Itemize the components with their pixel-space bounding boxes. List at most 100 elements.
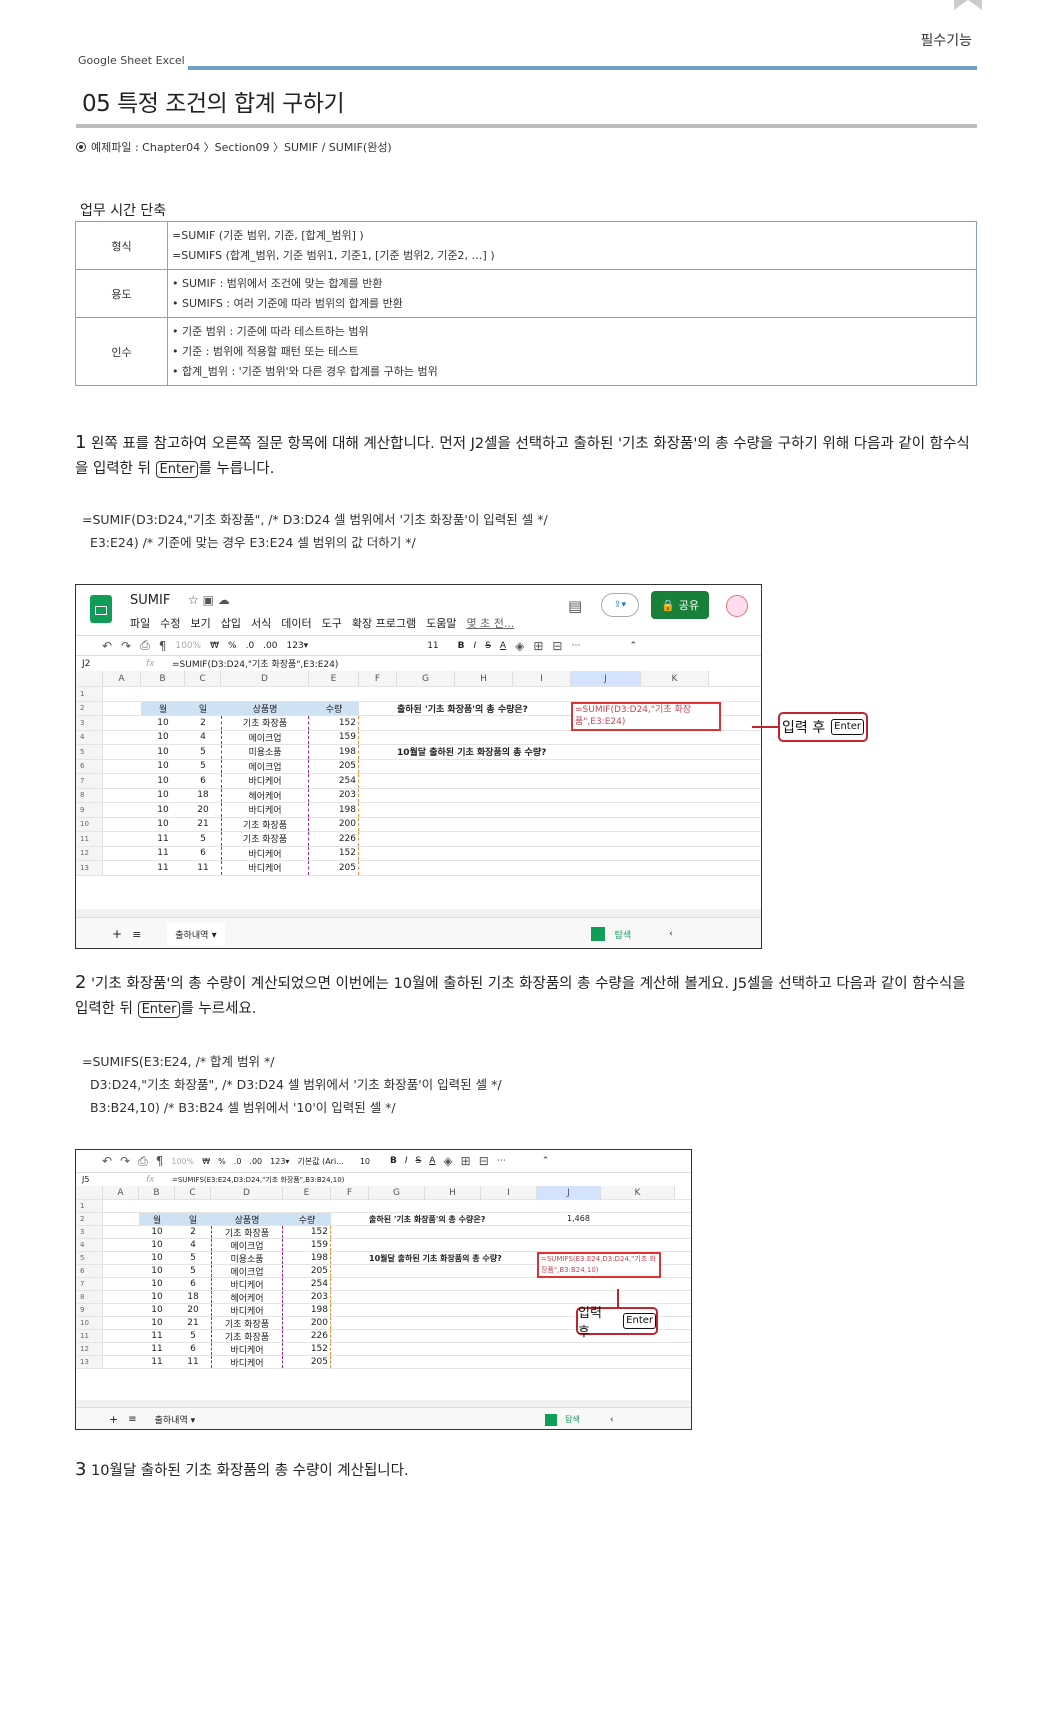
grid-cell[interactable]: 기초 화장품 bbox=[221, 716, 309, 730]
grid-cell[interactable]: 152 bbox=[283, 1343, 331, 1355]
row-number[interactable]: 10 bbox=[76, 1317, 103, 1329]
grid-cell[interactable]: 10 bbox=[141, 745, 185, 759]
more-icon[interactable]: ⋯ bbox=[497, 1156, 506, 1166]
text-color-icon[interactable]: A bbox=[500, 641, 506, 651]
grid-cell[interactable]: 10 bbox=[139, 1265, 175, 1277]
grid-cell[interactable]: 203 bbox=[309, 788, 359, 802]
font-size-select[interactable]: 11 bbox=[427, 641, 438, 651]
sheet-tab[interactable]: 출하내역 ▾ bbox=[155, 1413, 196, 1426]
font-select[interactable]: 기본값 (Ari... bbox=[297, 1156, 343, 1167]
grid-cell[interactable]: 10 bbox=[141, 803, 185, 817]
grid-cell[interactable]: 헤어케어 bbox=[221, 788, 309, 802]
formula-input[interactable]: =SUMIF(D3:D24,"기초 화장품",E3:E24) bbox=[172, 657, 338, 670]
grid-cell[interactable]: 바디케어 bbox=[221, 861, 309, 875]
menu-view[interactable]: 보기 bbox=[191, 615, 211, 631]
grid-cell[interactable]: 10 bbox=[141, 789, 185, 803]
column-header[interactable]: K bbox=[641, 671, 709, 686]
collapse-icon[interactable]: ⌃ bbox=[542, 1156, 550, 1166]
grid-cell[interactable]: 198 bbox=[309, 745, 359, 759]
grid-cell[interactable]: 5 bbox=[185, 760, 221, 774]
comment-icon[interactable]: ▤ bbox=[568, 597, 582, 615]
borders-icon[interactable]: ⊞ bbox=[461, 1154, 471, 1168]
grid-cell[interactable]: 5 bbox=[175, 1330, 211, 1342]
zoom-select[interactable]: 100% bbox=[175, 641, 201, 651]
grid-cell[interactable]: 상품명 bbox=[221, 701, 309, 715]
undo-icon[interactable]: ↶ bbox=[102, 1154, 112, 1168]
grid-cell[interactable]: 10 bbox=[141, 731, 185, 745]
grid-cell[interactable]: 152 bbox=[283, 1226, 331, 1238]
row-number[interactable]: 3 bbox=[76, 1226, 103, 1238]
menu-extensions[interactable]: 확장 프로그램 bbox=[352, 615, 416, 631]
row-number[interactable]: 8 bbox=[76, 788, 103, 802]
grid-cell[interactable]: 205 bbox=[283, 1356, 331, 1368]
borders-icon[interactable]: ⊞ bbox=[533, 639, 543, 653]
row-number[interactable]: 9 bbox=[76, 803, 103, 817]
star-icon[interactable]: ☆ ▣ ☁ bbox=[188, 593, 230, 607]
paint-format-icon[interactable]: ¶ bbox=[159, 639, 167, 653]
grid-cell[interactable]: 11 bbox=[141, 832, 185, 846]
grid-cell[interactable]: 기초 화장품 bbox=[221, 817, 309, 831]
row-number[interactable]: 5 bbox=[76, 745, 103, 759]
menu-tools[interactable]: 도구 bbox=[322, 615, 342, 631]
decrease-decimal-button[interactable]: .0 bbox=[246, 641, 255, 651]
redo-icon[interactable]: ↷ bbox=[121, 639, 131, 653]
select-all-corner[interactable] bbox=[76, 1186, 103, 1199]
row-number[interactable]: 8 bbox=[76, 1291, 103, 1303]
row-number[interactable]: 13 bbox=[76, 1356, 103, 1368]
grid-cell[interactable]: 5 bbox=[175, 1252, 211, 1264]
print-icon[interactable]: ⎙ bbox=[138, 1154, 148, 1169]
grid-cell[interactable]: 198 bbox=[283, 1304, 331, 1316]
grid-cell[interactable]: 11 bbox=[141, 847, 185, 861]
column-header[interactable]: E bbox=[309, 671, 359, 686]
grid-cell[interactable]: 198 bbox=[309, 803, 359, 817]
name-box[interactable]: J2 bbox=[76, 659, 146, 669]
row-number[interactable]: 6 bbox=[76, 1265, 103, 1277]
grid-cell[interactable]: 11 bbox=[139, 1356, 175, 1368]
column-header[interactable]: F bbox=[359, 671, 397, 686]
grid-cell[interactable]: 수량 bbox=[309, 701, 359, 715]
row-number[interactable]: 11 bbox=[76, 1330, 103, 1342]
grid-cell[interactable]: 바디케어 bbox=[211, 1278, 283, 1290]
side-panel-toggle-icon[interactable]: ‹ bbox=[610, 1415, 614, 1425]
grid-cell[interactable]: 수량 bbox=[283, 1213, 331, 1225]
column-header[interactable]: B bbox=[139, 1186, 175, 1199]
grid-cell[interactable]: 미용소품 bbox=[211, 1252, 283, 1264]
fill-color-icon[interactable]: ◈ bbox=[515, 639, 524, 653]
redo-icon[interactable]: ↷ bbox=[120, 1154, 130, 1168]
grid-cell[interactable]: 기초 화장품 bbox=[211, 1226, 283, 1238]
row-number[interactable]: 12 bbox=[76, 846, 103, 860]
merge-icon[interactable]: ⊟ bbox=[552, 639, 562, 653]
explore-icon[interactable] bbox=[545, 1413, 558, 1426]
grid-cell[interactable]: 월 bbox=[141, 701, 185, 715]
grid-cell[interactable]: 10 bbox=[141, 760, 185, 774]
present-icon[interactable]: ⇪▾ bbox=[601, 593, 639, 617]
grid-cell[interactable]: 11 bbox=[141, 861, 185, 875]
grid-cell[interactable]: 6 bbox=[185, 774, 221, 788]
grid-cell[interactable]: 159 bbox=[283, 1239, 331, 1251]
select-all-corner[interactable] bbox=[76, 671, 103, 686]
grid-cell[interactable]: 5 bbox=[185, 745, 221, 759]
grid-cell[interactable]: 10 bbox=[139, 1226, 175, 1238]
side-panel-toggle-icon[interactable]: ‹ bbox=[669, 929, 673, 939]
explore-icon[interactable] bbox=[590, 927, 605, 941]
grid-cell[interactable]: 11 bbox=[139, 1330, 175, 1342]
name-box[interactable]: J5 bbox=[76, 1175, 146, 1184]
column-header[interactable]: C bbox=[185, 671, 221, 686]
collapse-icon[interactable]: ⌃ bbox=[629, 641, 637, 651]
grid-cell[interactable]: 바디케어 bbox=[221, 803, 309, 817]
grid-cell[interactable]: 10 bbox=[141, 818, 185, 832]
doc-title[interactable]: SUMIF bbox=[130, 593, 170, 608]
row-number[interactable]: 12 bbox=[76, 1343, 103, 1355]
grid-cell[interactable]: 10 bbox=[141, 774, 185, 788]
row-number[interactable]: 3 bbox=[76, 716, 103, 730]
row-number[interactable]: 9 bbox=[76, 1304, 103, 1316]
grid-cell[interactable]: 10 bbox=[139, 1317, 175, 1329]
column-header[interactable]: H bbox=[455, 671, 513, 686]
italic-icon[interactable]: I bbox=[474, 641, 477, 651]
column-header[interactable]: G bbox=[369, 1186, 425, 1199]
grid-cell[interactable]: 기초 화장품 bbox=[221, 832, 309, 846]
row-number[interactable]: 7 bbox=[76, 774, 103, 788]
grid-cell[interactable]: 11 bbox=[185, 861, 221, 875]
currency-button[interactable]: ₩ bbox=[210, 641, 219, 651]
grid-cell[interactable]: 5 bbox=[175, 1265, 211, 1277]
